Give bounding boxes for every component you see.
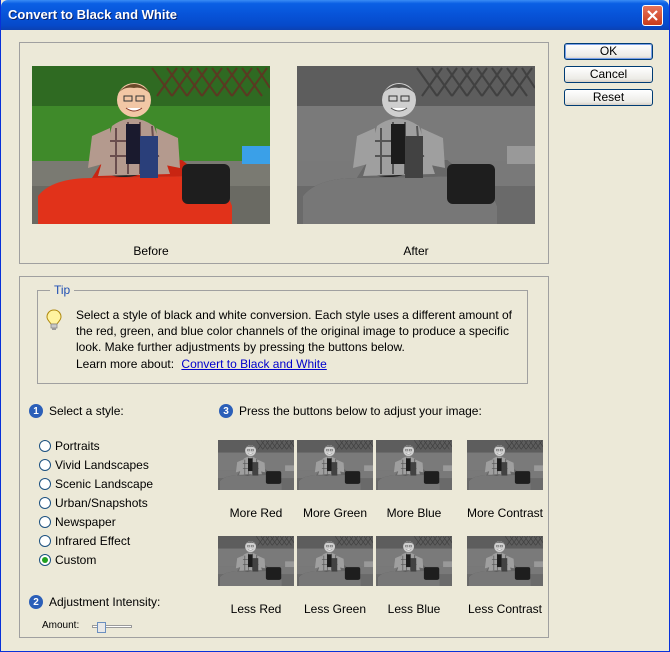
before-image [32,66,270,224]
close-button[interactable] [642,5,663,26]
style-option-label: Infrared Effect [55,533,131,548]
style-option-label: Scenic Landscape [55,476,154,491]
style-option-portraits[interactable]: Portraits [39,436,153,455]
title-bar[interactable]: Convert to Black and White [1,0,669,30]
step2-number-icon: 2 [29,595,43,609]
after-image [297,66,535,224]
amount-label: Amount: [42,620,80,631]
learn-more-link[interactable]: Convert to Black and White [181,357,326,371]
step2-label: Adjustment Intensity: [49,595,161,609]
learn-more: Learn more about: Convert to Black and W… [76,357,327,371]
step2-heading: 2 Adjustment Intensity: [29,595,160,609]
tip-legend: Tip [50,283,75,297]
amount-slider-handle[interactable] [97,622,106,633]
after-label: After [403,244,429,258]
step3-label: Press the buttons below to adjust your i… [239,404,482,418]
style-option-label: Newspaper [55,514,116,529]
more-contrast-thumbnail[interactable] [467,440,543,490]
step1-heading: 1 Select a style: [29,404,124,418]
less-contrast-thumbnail[interactable] [467,536,543,586]
radio-button[interactable] [39,534,51,547]
preview-panel: Before After [19,42,549,264]
radio-button[interactable] [39,439,51,452]
less-contrast-button-label[interactable]: Less Contrast [457,602,553,616]
style-option-infrared-effect[interactable]: Infrared Effect [39,531,153,550]
more-blue-button-label[interactable]: More Blue [366,506,462,520]
cancel-button[interactable]: Cancel [564,66,653,83]
less-blue-thumbnail[interactable] [376,536,452,586]
dialog-window: Convert to Black and White OK Cancel Res… [0,0,670,652]
radio-button[interactable] [39,553,51,566]
less-blue-button-label[interactable]: Less Blue [366,602,462,616]
more-green-thumbnail[interactable] [297,440,373,490]
less-red-thumbnail[interactable] [218,536,294,586]
style-option-label: Urban/Snapshots [55,495,148,510]
tip-box: Tip Select a style of black and white co… [37,283,528,384]
style-option-label: Portraits [55,438,100,453]
less-green-thumbnail[interactable] [297,536,373,586]
lightbulb-icon [46,309,62,334]
style-option-custom[interactable]: Custom [39,550,153,569]
before-label: Before [133,244,169,258]
ok-button[interactable]: OK [564,43,653,60]
radio-button[interactable] [39,515,51,528]
style-radio-group: Portraits Vivid Landscapes Scenic Landscap… [39,436,153,569]
style-option-urban-snapshots[interactable]: Urban/Snapshots [39,493,153,512]
style-option-label: Vivid Landscapes [55,457,149,472]
step3-number-icon: 3 [219,404,233,418]
radio-button[interactable] [39,477,51,490]
step3-heading: 3 Press the buttons below to adjust your… [219,404,482,418]
step1-number-icon: 1 [29,404,43,418]
more-red-thumbnail[interactable] [218,440,294,490]
more-blue-thumbnail[interactable] [376,440,452,490]
tip-text: Select a style of black and white conver… [76,308,513,354]
style-option-newspaper[interactable]: Newspaper [39,512,153,531]
style-option-vivid-landscapes[interactable]: Vivid Landscapes [39,455,153,474]
reset-button[interactable]: Reset [564,89,653,106]
close-icon [647,10,658,21]
step1-label: Select a style: [49,404,124,418]
radio-button[interactable] [39,458,51,471]
style-option-scenic-landscape[interactable]: Scenic Landscape [39,474,153,493]
options-panel: Tip Select a style of black and white co… [19,276,549,638]
amount-slider[interactable] [92,622,132,633]
more-contrast-button-label[interactable]: More Contrast [457,506,553,520]
window-title: Convert to Black and White [8,7,178,22]
style-option-label: Custom [55,552,97,567]
learn-more-label: Learn more about: [76,357,175,371]
radio-button[interactable] [39,496,51,509]
